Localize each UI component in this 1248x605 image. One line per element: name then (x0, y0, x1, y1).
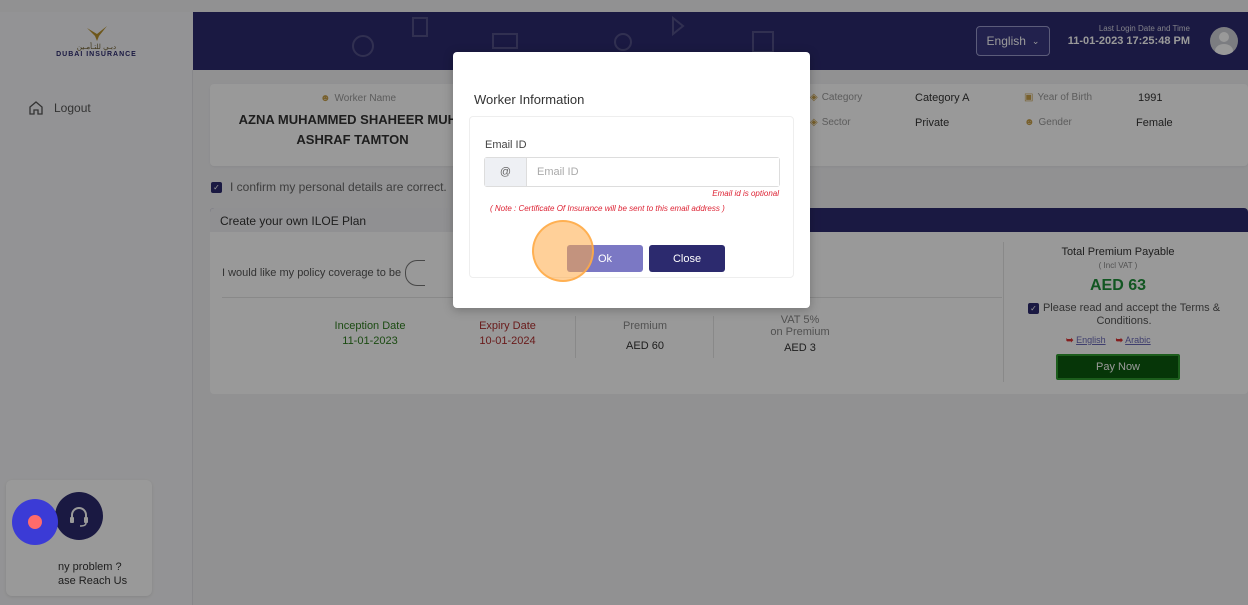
worker-information-modal: Worker Information Email ID @ Email id i… (453, 52, 810, 308)
modal-title: Worker Information (474, 92, 585, 107)
click-indicator (532, 220, 594, 282)
email-optional-note: Email id is optional (712, 189, 779, 198)
record-button[interactable] (12, 499, 58, 545)
at-sign-icon: @ (485, 158, 527, 186)
record-dot-icon (28, 515, 42, 529)
certificate-note: ( Note : Certificate Of Insurance will b… (490, 204, 725, 213)
modal-body: Email ID @ Email id is optional ( Note :… (469, 116, 794, 278)
close-button[interactable]: Close (649, 245, 725, 272)
email-label: Email ID (485, 139, 527, 151)
email-input[interactable] (527, 158, 779, 186)
email-input-group: @ (484, 157, 780, 187)
